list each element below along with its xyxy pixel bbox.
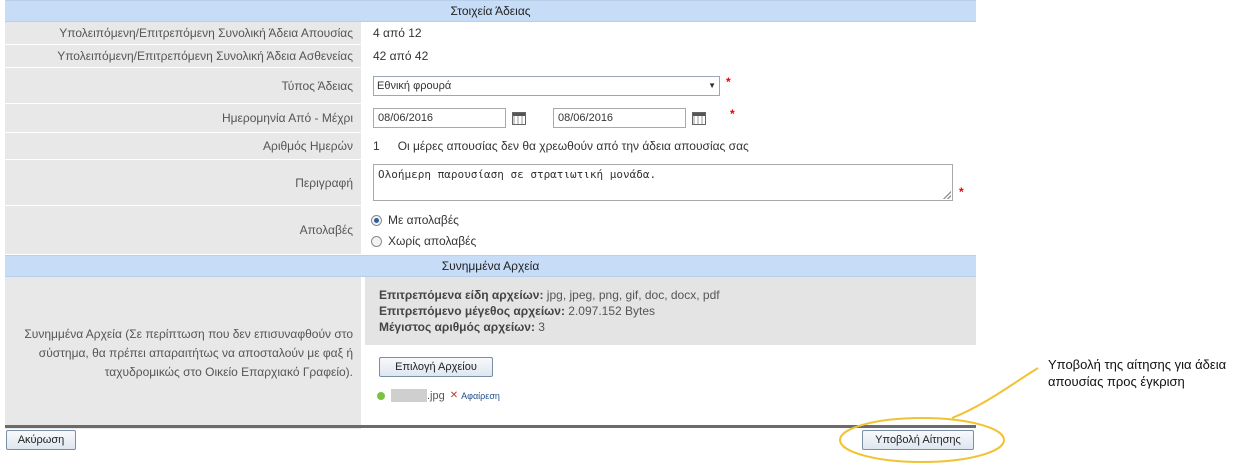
callout-text: Υποβολή της αίτησης για άδεια απουσίας π…	[1048, 357, 1227, 389]
highlight-ellipse	[839, 417, 1005, 463]
callout-line	[951, 367, 1039, 419]
annotation-overlay	[839, 367, 1039, 463]
